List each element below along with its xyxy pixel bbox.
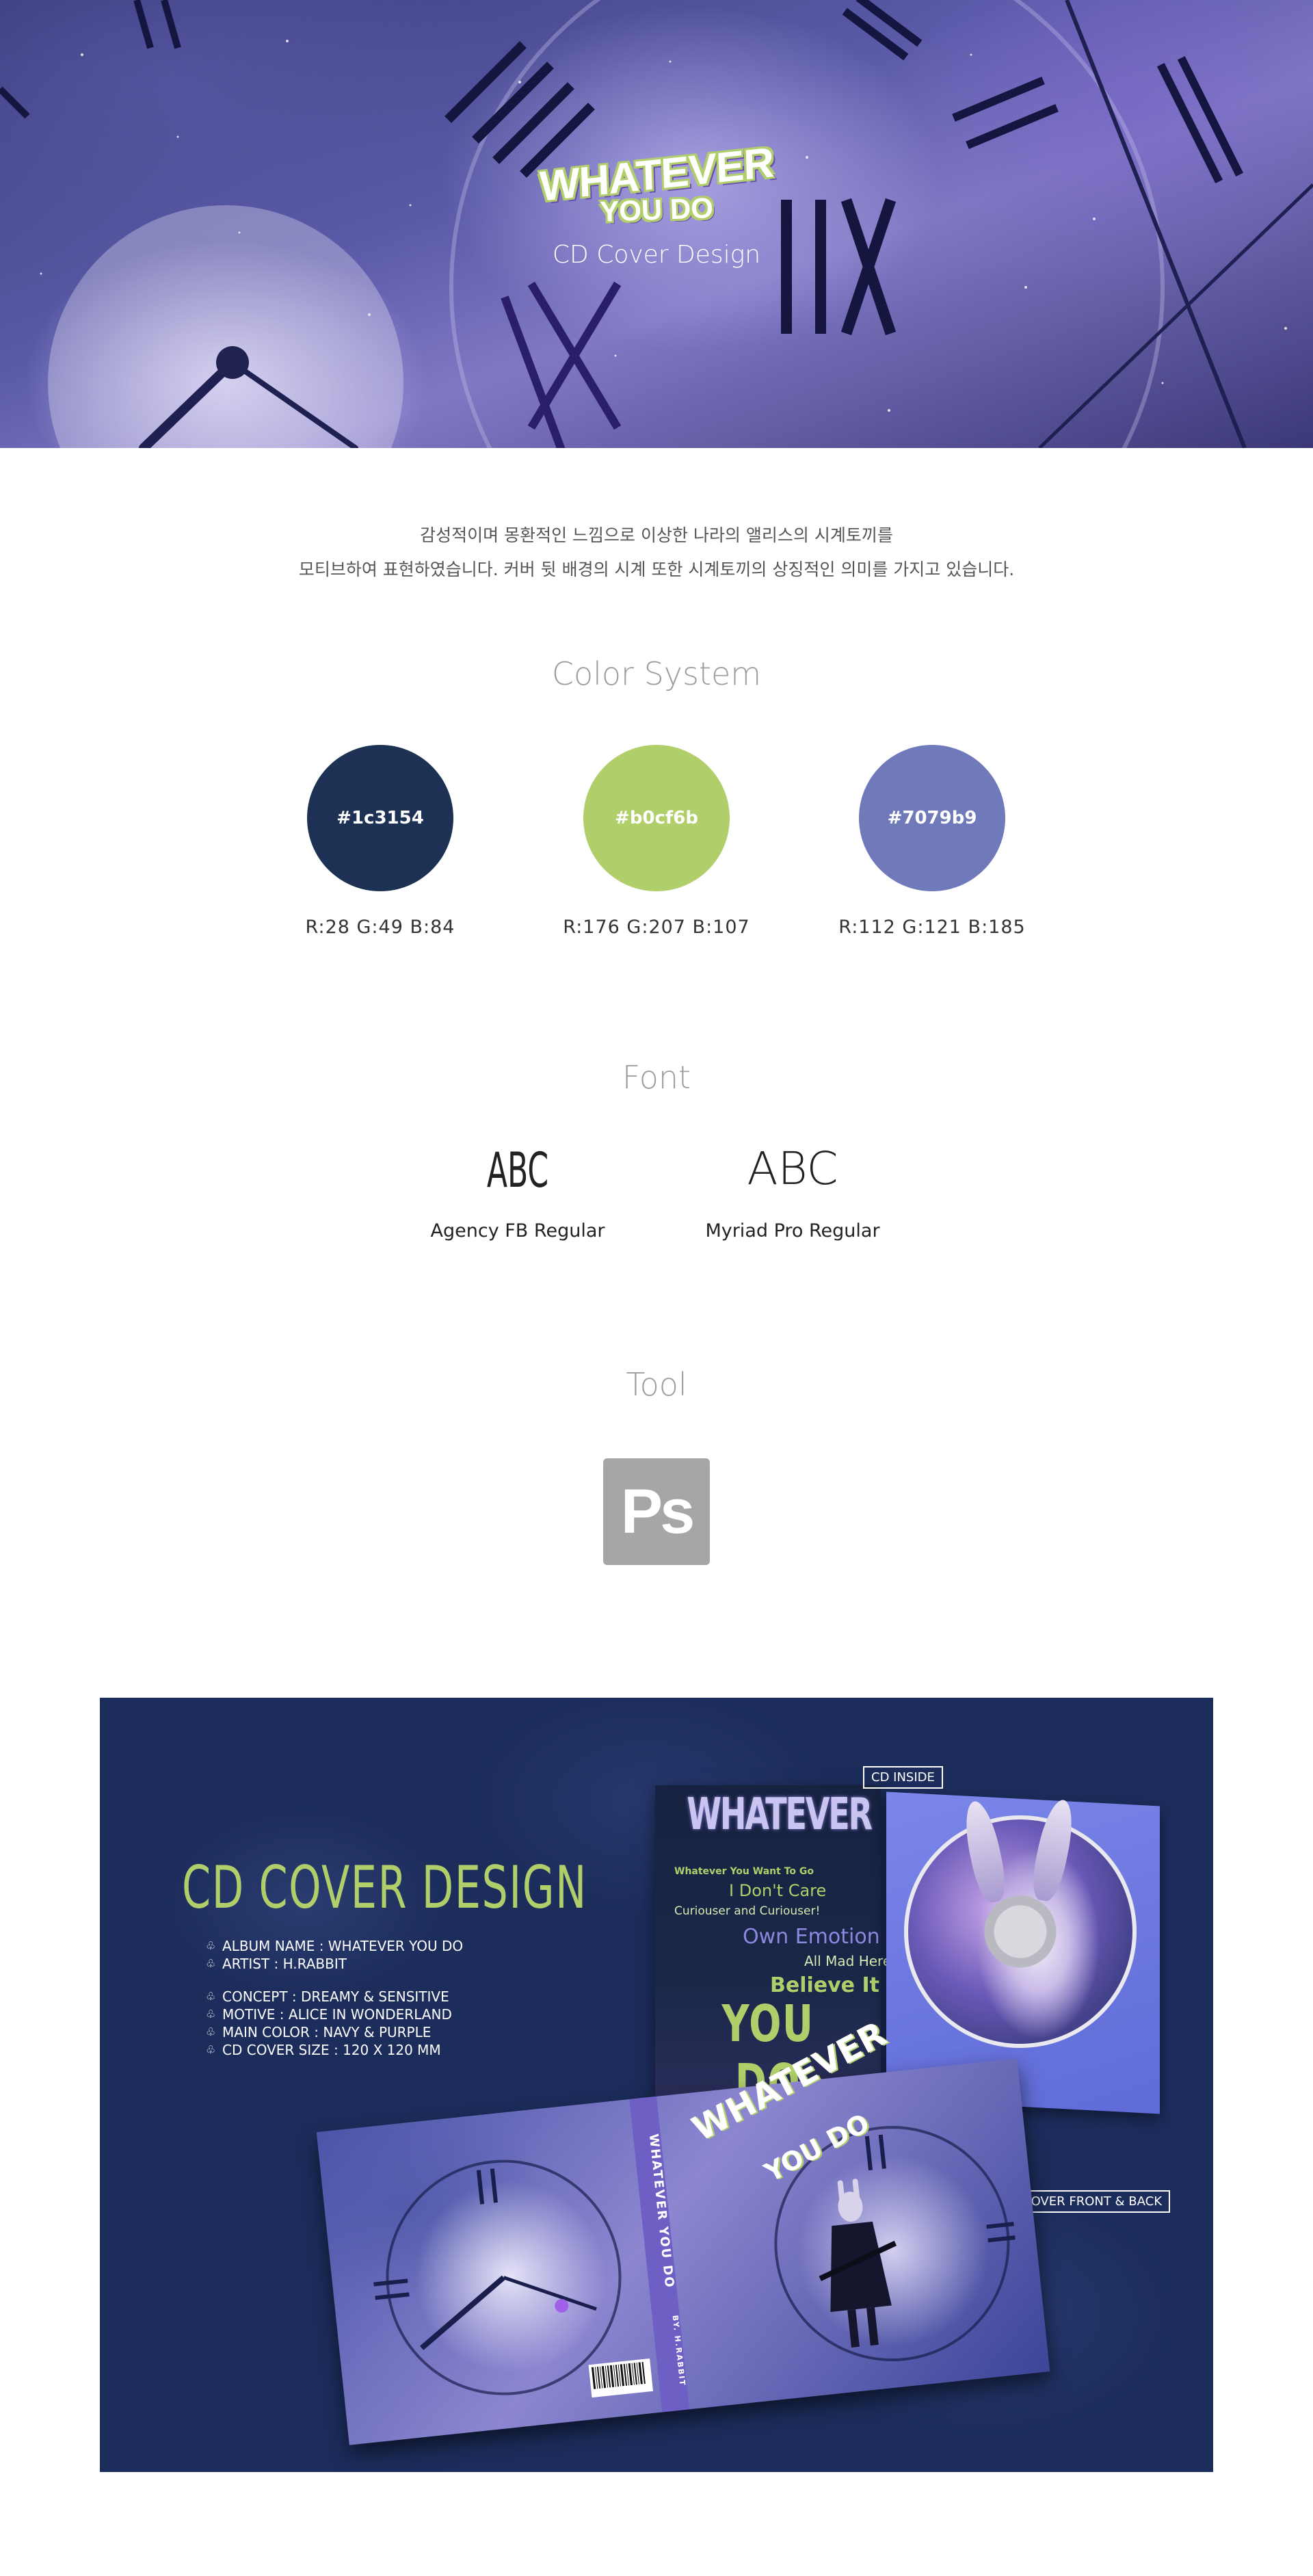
spec-item: ♧ CD COVER SIZE : 120 X 120 MM xyxy=(206,2041,463,2059)
swatch-rgb-purple: R:112 G:121 B:185 xyxy=(838,917,1026,938)
barcode xyxy=(588,2358,654,2398)
lyric-line: Own Emotion xyxy=(743,1925,880,1949)
swatch-hex-label: #7079b9 xyxy=(887,808,977,828)
lyric-line: All Mad Here xyxy=(804,1953,892,1969)
swatch-hex-label: #1c3154 xyxy=(336,808,424,828)
spec-motive: MOTIVE : ALICE IN WONDERLAND xyxy=(222,2006,452,2023)
cd-disc-rabbit xyxy=(904,1815,1137,2048)
lyric-line: I Don't Care xyxy=(729,1881,827,1900)
spade-bullet-icon: ♧ xyxy=(206,1990,216,2003)
tag-cover-front-back: COVER FRONT & BACK xyxy=(1014,2190,1171,2213)
spec-concept: CONCEPT : DREAMY & SENSITIVE xyxy=(222,1988,449,2005)
hero-subtitle: CD Cover Design xyxy=(552,241,761,269)
photoshop-icon-label: Ps xyxy=(620,1476,695,1547)
font-name-myriad: Myriad Pro Regular xyxy=(705,1220,880,1241)
spade-bullet-icon: ♧ xyxy=(206,1957,216,1970)
swatch-rgb-navy: R:28 G:49 B:84 xyxy=(305,917,455,938)
spec-item: ♧ CONCEPT : DREAMY & SENSITIVE xyxy=(206,1988,463,2006)
cd-cover-front-back: WHATEVER YOU DO BY. H.RABBIT WHATEVER YO… xyxy=(316,2014,1050,2445)
tool-title: Tool xyxy=(626,1366,687,1403)
spec-item: ♧ ARTIST : H.RABBIT xyxy=(206,1955,463,1973)
spade-bullet-icon: ♧ xyxy=(206,2025,216,2038)
hero-banner: WHATEVER YOU DO CD Cover Design xyxy=(0,0,1313,448)
album-spec-list: ♧ ALBUM NAME : WHATEVER YOU DO ♧ ARTIST … xyxy=(206,1937,463,2059)
font-sample-myriad: ABC xyxy=(747,1142,838,1195)
lyric-line: Curiouser and Curiouser! xyxy=(674,1904,821,1918)
font-title: Font xyxy=(622,1059,691,1096)
color-swatch-navy: #1c3154 xyxy=(307,745,453,891)
photoshop-icon: Ps xyxy=(603,1458,710,1565)
spec-item: ♧ ALBUM NAME : WHATEVER YOU DO xyxy=(206,1937,463,1955)
album-logo: WHATEVER YOU DO xyxy=(0,139,1313,228)
spec-artist: ARTIST : H.RABBIT xyxy=(222,1956,347,1972)
spec-item: ♧ MOTIVE : ALICE IN WONDERLAND xyxy=(206,2006,463,2023)
spade-bullet-icon: ♧ xyxy=(206,2043,216,2056)
swatch-rgb-green: R:176 G:207 B:107 xyxy=(563,917,750,938)
mockup-title: CD COVER DESIGN xyxy=(182,1854,587,1922)
font-sample-agency: ABC xyxy=(486,1142,549,1198)
booklet-title: WHATEVER xyxy=(687,1789,873,1840)
booklet-lyrics: Whatever You Want To Go I Don't Care Cur… xyxy=(674,1866,892,1997)
description-line-1: 감성적이며 몽환적인 느낌으로 이상한 나라의 앨리스의 시계토끼를 xyxy=(420,525,893,545)
project-description: 감성적이며 몽환적인 느낌으로 이상한 나라의 앨리스의 시계토끼를 모티브하여… xyxy=(0,518,1313,587)
color-system-title: Color System xyxy=(551,655,762,692)
spec-item: ♧ MAIN COLOR : NAVY & PURPLE xyxy=(206,2023,463,2041)
spec-album-name: ALBUM NAME : WHATEVER YOU DO xyxy=(222,1938,464,1954)
cd-cover-mockup: CD COVER DESIGN ♧ ALBUM NAME : WHATEVER … xyxy=(100,1698,1213,2472)
spec-cover-size: CD COVER SIZE : 120 X 120 MM xyxy=(222,2042,441,2058)
spade-bullet-icon: ♧ xyxy=(206,1939,216,1952)
spec-main-color: MAIN COLOR : NAVY & PURPLE xyxy=(222,2024,432,2040)
font-name-agency: Agency FB Regular xyxy=(430,1220,605,1241)
color-swatch-green: #b0cf6b xyxy=(583,745,730,891)
lyric-line: Believe It xyxy=(770,1973,879,1997)
color-swatch-purple: #7079b9 xyxy=(859,745,1005,891)
rabbit-guitarist-figure xyxy=(804,2175,910,2354)
lyric-line: Whatever You Want To Go xyxy=(674,1866,814,1877)
spade-bullet-icon: ♧ xyxy=(206,2008,216,2021)
description-line-2: 모티브하여 표현하였습니다. 커버 뒷 배경의 시계 또한 시계토끼의 상징적인… xyxy=(298,560,1015,579)
swatch-hex-label: #b0cf6b xyxy=(615,808,698,828)
tag-cd-inside: CD INSIDE xyxy=(863,1766,943,1789)
